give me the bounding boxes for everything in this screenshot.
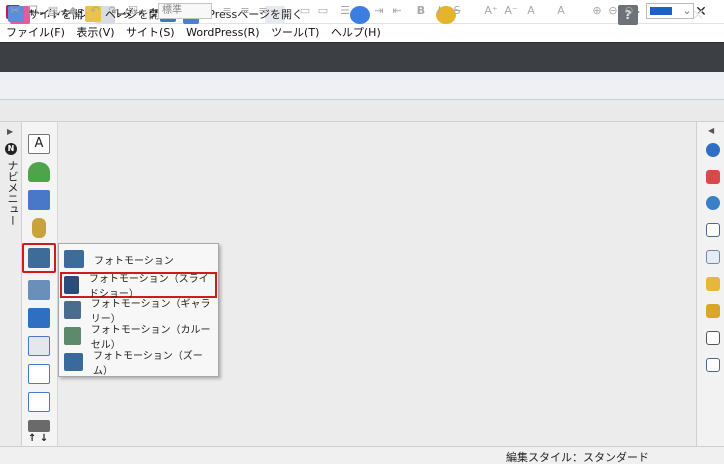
menu-item-label: フォトモーション（ズーム） [93,351,203,377]
zoom-in-icon[interactable]: ⊕ [590,4,604,18]
redo-icon[interactable]: ↷ [106,4,120,18]
panel-expand-icon[interactable]: ▶ [7,127,13,136]
clip-part-icon[interactable] [32,218,46,238]
menu-item-carousel[interactable]: フォトモーション（カルーセル） [62,324,216,351]
zoom-out-icon[interactable]: ⊖ [606,4,620,18]
zoom-reset-icon[interactable]: ⊙ [622,4,636,18]
menu-wordpress[interactable]: WordPress(R) [182,24,263,42]
format-toolbar [0,100,724,122]
photo-motion-icon [64,250,84,268]
text-part-icon[interactable]: A [28,134,50,154]
main-toolbar [0,42,724,72]
font-color-icon[interactable]: A [524,4,538,18]
align-right-icon[interactable]: ≡ [256,4,270,18]
logo-part-icon[interactable] [28,190,50,210]
box2-icon[interactable]: ▭ [298,4,312,18]
navi-menu-tab[interactable]: ナビメニュー [4,160,19,226]
italic-icon[interactable]: I [432,4,446,18]
check-icon[interactable]: ☑ [126,4,140,18]
layout-part-icon[interactable] [28,336,50,356]
properties-icon[interactable] [706,223,720,237]
list-panel-icon[interactable] [706,358,720,372]
menu-bar: ファイル(F) 表示(V) サイト(S) WordPress(R) ツール(T)… [0,24,724,42]
menu-item-gallery[interactable]: フォトモーション（ギャラリー） [62,298,216,325]
menu-item-zoom[interactable]: フォトモーション（ズーム） [62,350,216,377]
people-part-icon[interactable] [28,162,50,182]
photo-motion-part-icon[interactable] [28,248,50,268]
copy-icon[interactable]: ❐ [26,4,40,18]
align-left-icon[interactable]: ≡ [220,4,234,18]
list-icon[interactable]: ☰ [338,4,352,18]
wordpress-panel-icon[interactable] [706,196,720,210]
box3-icon[interactable]: ▭ [316,4,330,18]
folder-icon[interactable] [706,277,720,291]
outdent-icon[interactable]: ⇤ [390,4,404,18]
undo-icon[interactable]: ↶ [88,4,102,18]
menu-tools[interactable]: ツール(T) [267,24,323,42]
slideshow-icon [64,276,79,294]
add-page-icon[interactable] [706,170,720,184]
menu-view[interactable]: 表示(V) [72,24,118,42]
paragraph-style-select[interactable]: 標準 [158,3,212,19]
font-smaller-icon[interactable]: A⁻ [504,4,518,18]
cut-icon[interactable]: ✂ [8,4,22,18]
navi-menu-icon[interactable]: N [5,143,17,155]
color-swatch [650,7,672,15]
clear-format-icon[interactable]: A [554,4,568,18]
site-map-icon[interactable] [706,250,720,264]
menu-help[interactable]: ヘルプ(H) [327,24,385,42]
list-part-icon[interactable] [28,392,50,412]
color-dropdown-icon[interactable]: ⌄ [680,4,694,18]
sub-toolbar [0,72,724,100]
bold-icon[interactable]: B [414,4,428,18]
table-part-icon[interactable] [28,364,50,384]
indent-icon[interactable]: ⇥ [372,4,386,18]
scroll-arrows-icon[interactable]: ↑ ↓ [28,433,48,444]
menu-site[interactable]: サイト(S) [122,24,179,42]
menu-file[interactable]: ファイル(F) [0,24,69,42]
format-brush-icon[interactable]: ◆ [66,4,80,18]
edit-note-icon[interactable] [706,304,720,318]
video-part-icon[interactable] [28,308,50,328]
gallery-icon [64,301,81,319]
carousel-icon [64,327,81,345]
code-icon[interactable] [706,331,720,345]
form-part-icon[interactable] [28,420,50,432]
menu-item-label: フォトモーション [94,255,174,267]
box-icon[interactable]: ▭ [280,4,294,18]
strike-icon[interactable]: S [450,4,464,18]
help-circle-icon[interactable] [706,143,720,157]
globe-icon [350,6,370,24]
image-part-icon[interactable] [28,280,50,300]
font-bigger-icon[interactable]: A⁺ [484,4,498,18]
paste-icon[interactable]: ▤ [46,4,60,18]
menu-item-photo-motion[interactable]: フォトモーション [62,247,216,271]
align-center-icon[interactable]: ≡ [238,4,252,18]
edit-style-status: 編集スタイル：スタンダード [506,451,649,464]
zoom-motion-icon [64,353,83,371]
right-panel-collapse-icon[interactable]: ◀ [708,126,714,135]
